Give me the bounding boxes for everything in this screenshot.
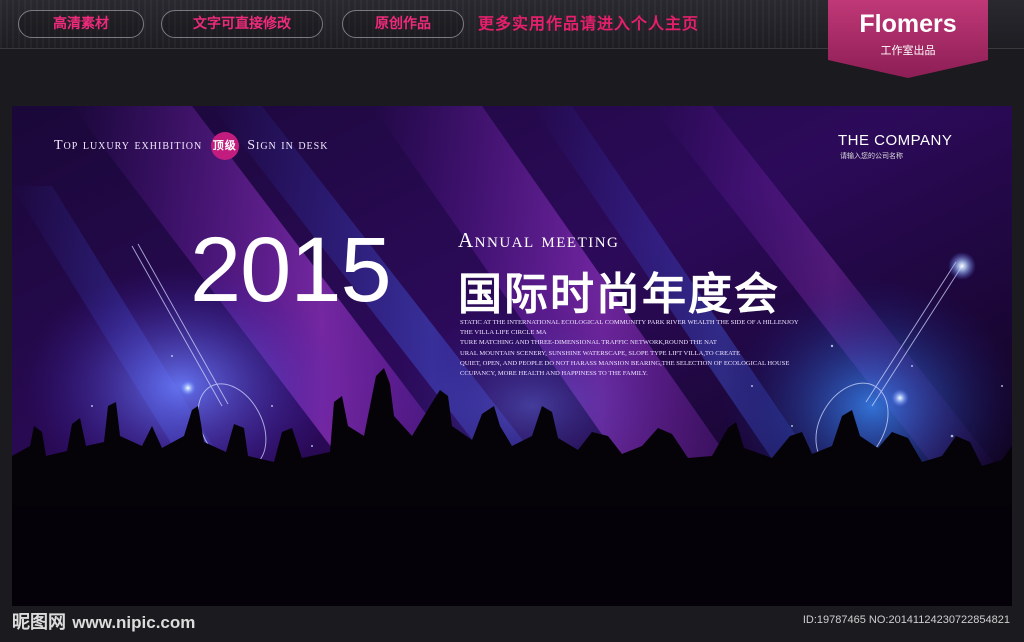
editable-text-button[interactable]: 文字可直接修改 (161, 10, 323, 38)
hd-material-button[interactable]: 高清素材 (18, 10, 144, 38)
poster-image: Top luxury exhibition 顶级 Sign in desk TH… (12, 106, 1012, 606)
tagline-right: Sign in desk (247, 138, 329, 154)
image-id-label: ID:19787465 NO:20141124230722854821 (802, 614, 1010, 626)
body-line: CCUPANCY, MORE HEALTH AND HAPPINESS TO T… (460, 370, 648, 378)
nipic-logo: 昵图网 (12, 612, 66, 633)
body-line: TURE MATCHING AND THREE-DIMENSIONAL TRAF… (460, 339, 717, 347)
event-title: 国际时尚年度会 (458, 269, 780, 320)
year-heading: 2015 (190, 219, 392, 321)
poster-tagline: Top luxury exhibition 顶级 Sign in desk (54, 132, 328, 160)
nipic-watermark: 昵图网 www.nipic.com (12, 608, 195, 634)
company-name: THE COMPANY (838, 132, 953, 149)
poster-body-text: STATIC AT THE INTERNATIONAL ECOLOGICAL C… (460, 318, 820, 379)
original-work-button[interactable]: 原创作品 (342, 10, 464, 38)
brand-badge[interactable]: Flomers 工作室出品 (828, 0, 988, 78)
annual-meeting-heading: Annual meeting (458, 228, 620, 252)
top-level-badge: 顶级 (210, 132, 239, 160)
brand-name: Flomers (859, 10, 957, 38)
nipic-url: www.nipic.com (72, 613, 196, 632)
tagline-left: Top luxury exhibition (54, 138, 203, 154)
homepage-promo-link[interactable]: 更多实用作品请进入个人主页 (478, 12, 699, 36)
body-line: THE VILLA LIFE CIRCLE MA (460, 329, 547, 337)
body-line: STATIC AT THE INTERNATIONAL ECOLOGICAL C… (460, 319, 799, 326)
body-line: QUIET, OPEN, AND PEOPLE DO NOT HARASS MA… (460, 359, 790, 367)
company-subtitle: 请输入您的公司名称 (840, 152, 903, 160)
brand-subtitle: 工作室出品 (880, 44, 936, 57)
body-line: URAL MOUNTAIN SCENERY, SUNSHINE WATERSCA… (460, 349, 741, 357)
